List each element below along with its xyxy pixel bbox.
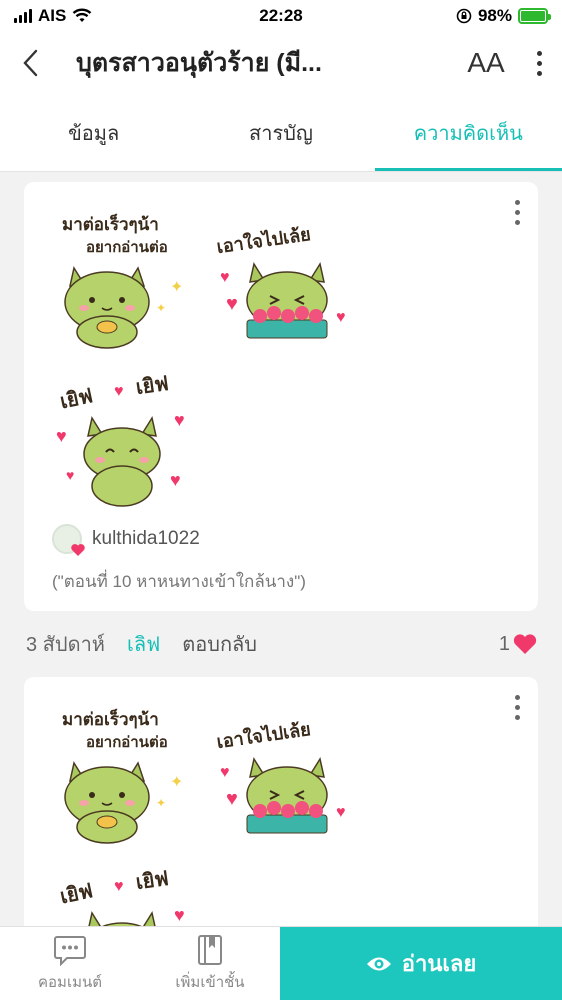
comments-list[interactable]: มาต่อเร็วๆน้า อยากอ่านต่อ ✦ ✦ เอาใจไปเล้ [0, 172, 562, 926]
signal-icon [14, 9, 32, 23]
tab-bar: ข้อมูล สารบัญ ความคิดเห็น [0, 94, 562, 172]
svg-text:♥: ♥ [170, 470, 181, 490]
font-size-label: AA [467, 47, 505, 78]
tab-comments[interactable]: ความคิดเห็น [374, 94, 562, 171]
svg-text:✦: ✦ [156, 301, 166, 315]
svg-text:มาต่อเร็วๆน้า: มาต่อเร็วๆน้า [62, 707, 159, 730]
battery-icon [518, 8, 551, 24]
comment-more-button[interactable] [515, 695, 520, 720]
carrier-label: AIS [38, 6, 67, 25]
svg-text:♥: ♥ [220, 269, 230, 286]
battery-percent: 98% [477, 6, 512, 25]
svg-text:♥: ♥ [114, 878, 124, 895]
back-button[interactable] [0, 32, 60, 94]
svg-text:เยิฟ: เยิฟ [58, 878, 95, 908]
svg-text:♥: ♥ [226, 293, 238, 315]
svg-text:♥: ♥ [56, 426, 67, 446]
more-options-button[interactable] [516, 32, 562, 94]
more-vertical-icon [515, 200, 520, 225]
svg-text:♥: ♥ [336, 309, 346, 326]
page-title: บุตรสาวอนุตัวร้าย (มี... [76, 49, 322, 77]
sticker-image: เอาใจไปเล้ย ♥ ♥ ♥ [212, 202, 362, 352]
like-count[interactable]: 1 [499, 632, 538, 656]
rotation-lock-icon [456, 8, 472, 24]
svg-text:♥: ♥ [114, 383, 124, 400]
comment-bubble-icon [54, 935, 86, 966]
wifi-icon [73, 8, 92, 22]
tab-contents[interactable]: สารบัญ [187, 94, 374, 171]
sticker-image: เอาใจไปเล้ย ♥ ♥ ♥ [212, 697, 362, 847]
svg-text:อยากอ่านต่อ: อยากอ่านต่อ [86, 733, 168, 751]
heart-icon [513, 634, 537, 654]
add-to-shelf-label: เพิ่มเข้าชั้น [175, 973, 245, 991]
heart-badge-icon [71, 544, 85, 556]
comment-nav-button[interactable]: คอมเมนต์ [0, 927, 140, 1000]
svg-text:✦: ✦ [170, 774, 183, 791]
svg-text:เยิฟ: เยิฟ [134, 371, 170, 399]
svg-text:เยิฟ: เยิฟ [58, 383, 95, 413]
app-header: บุตรสาวอนุตัวร้าย (มี... AA [0, 32, 562, 94]
svg-text:♥: ♥ [336, 804, 346, 821]
avatar[interactable] [52, 524, 85, 556]
book-icon [198, 934, 222, 965]
tab-info[interactable]: ข้อมูล [0, 94, 187, 171]
comment-card: มาต่อเร็วๆน้า อยากอ่านต่อ ✦ ✦ เอาใจไปเล้ [24, 677, 538, 926]
svg-text:เยิฟ: เยิฟ [134, 866, 170, 894]
svg-text:♥: ♥ [226, 788, 238, 810]
svg-text:✦: ✦ [156, 796, 166, 810]
svg-text:♥: ♥ [174, 905, 185, 925]
comment-author[interactable]: kulthida1022 [52, 524, 518, 556]
more-vertical-icon [536, 50, 542, 76]
like-button[interactable]: เลิฟ [127, 628, 160, 660]
reply-button[interactable]: ตอบกลับ [182, 628, 257, 660]
sticker-image: เยิฟ เยิฟ ♥ ♥ ♥ ♥ ♥ [52, 362, 202, 512]
sticker-group: มาต่อเร็วๆน้า อยากอ่านต่อ ✦ ✦ เอาใจไปเล้ [52, 202, 362, 512]
tab-label: สารบัญ [249, 122, 313, 145]
svg-text:มาต่อเร็วๆน้า: มาต่อเร็วๆน้า [62, 212, 159, 235]
comment-card: มาต่อเร็วๆน้า อยากอ่านต่อ ✦ ✦ เอาใจไปเล้ [24, 182, 538, 611]
read-now-button[interactable]: อ่านเลย [280, 927, 562, 1000]
svg-text:อยากอ่านต่อ: อยากอ่านต่อ [86, 238, 168, 256]
sticker-image: มาต่อเร็วๆน้า อยากอ่านต่อ ✦ ✦ [52, 697, 202, 847]
chapter-reference[interactable]: ("ตอนที่ 10 หาหนทางเข้าใกล้นาง") [52, 568, 518, 595]
svg-text:♥: ♥ [174, 410, 185, 430]
status-time: 22:28 [259, 6, 303, 25]
font-size-button[interactable]: AA [456, 32, 516, 94]
svg-text:♥: ♥ [66, 467, 74, 483]
add-to-shelf-button[interactable]: เพิ่มเข้าชั้น [140, 927, 280, 1000]
svg-text:เอาใจไปเล้ย: เอาใจไปเล้ย [215, 718, 312, 753]
username[interactable]: kulthida1022 [92, 528, 200, 550]
like-count-value: 1 [498, 632, 510, 655]
eye-icon [366, 957, 391, 970]
status-bar: AIS 22:28 98% [0, 0, 562, 32]
read-now-label: อ่านเลย [401, 951, 477, 976]
tab-label: ข้อมูล [68, 122, 120, 145]
comment-nav-label: คอมเมนต์ [38, 973, 102, 991]
sticker-group: มาต่อเร็วๆน้า อยากอ่านต่อ ✦ ✦ เอาใจไปเล้ [52, 697, 362, 926]
sticker-image: เยิฟ เยิฟ ♥ ♥ ♥ [52, 857, 202, 926]
svg-text:♥: ♥ [220, 764, 230, 781]
bottom-bar: คอมเมนต์ เพิ่มเข้าชั้น อ่านเลย [0, 926, 562, 1000]
comment-actions: 3 สัปดาห์ เลิฟ ตอบกลับ 1 [0, 611, 562, 663]
more-vertical-icon [515, 695, 520, 720]
comment-time: 3 สัปดาห์ [26, 634, 105, 656]
comment-more-button[interactable] [515, 200, 520, 225]
sticker-image: มาต่อเร็วๆน้า อยากอ่านต่อ ✦ ✦ [52, 202, 202, 352]
svg-text:เอาใจไปเล้ย: เอาใจไปเล้ย [215, 223, 312, 258]
svg-text:✦: ✦ [170, 279, 183, 296]
chevron-left-icon [23, 49, 38, 77]
tab-label: ความคิดเห็น [413, 122, 523, 145]
